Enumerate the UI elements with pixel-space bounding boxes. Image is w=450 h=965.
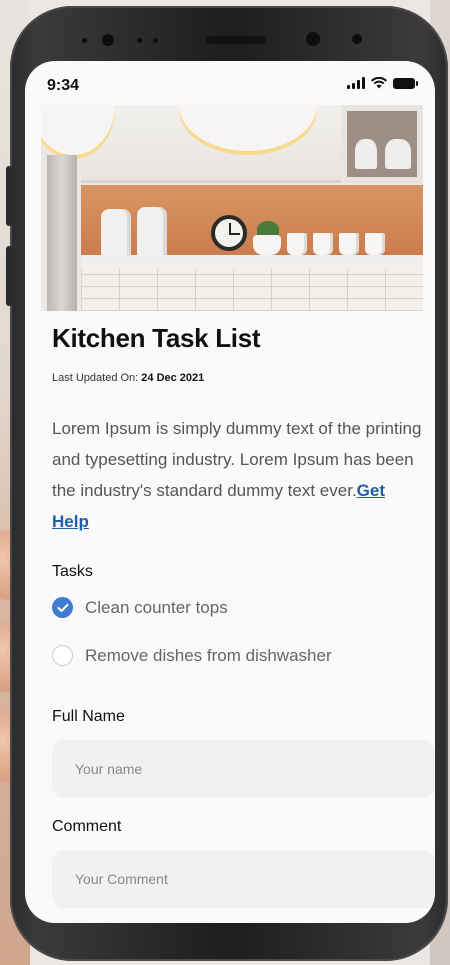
checked-circle-icon[interactable] bbox=[52, 597, 73, 618]
last-updated-date: 24 Dec 2021 bbox=[141, 372, 205, 384]
last-updated: Last Updated On: 24 Dec 2021 bbox=[52, 372, 204, 384]
full-name-label: Full Name bbox=[52, 708, 125, 725]
phone-frame: 9:34 Kitchen Task List Last Updated On: … bbox=[6, 6, 448, 961]
phone-sensor bbox=[352, 34, 362, 44]
phone-sensor bbox=[153, 38, 158, 43]
full-name-input[interactable] bbox=[52, 740, 435, 798]
status-bar: 9:34 bbox=[25, 61, 435, 105]
description: Lorem Ipsum is simply dummy text of the … bbox=[52, 413, 422, 537]
phone-side-button bbox=[6, 166, 12, 226]
page-title: Kitchen Task List bbox=[52, 323, 261, 353]
task-label: Clean counter tops bbox=[85, 597, 228, 617]
tasks-heading: Tasks bbox=[52, 563, 93, 580]
task-item[interactable]: Remove dishes from dishwasher bbox=[52, 645, 332, 666]
wifi-icon bbox=[371, 77, 387, 89]
app-screen: 9:34 Kitchen Task List Last Updated On: … bbox=[25, 61, 435, 923]
comment-input[interactable] bbox=[52, 850, 435, 908]
task-label: Remove dishes from dishwasher bbox=[85, 645, 332, 665]
status-time: 9:34 bbox=[47, 77, 80, 94]
task-item[interactable]: Clean counter tops bbox=[52, 597, 228, 618]
status-icons bbox=[347, 77, 418, 89]
front-camera-icon bbox=[306, 32, 320, 46]
phone-sensor bbox=[137, 38, 142, 43]
phone-sensor bbox=[82, 38, 87, 43]
front-camera-icon bbox=[102, 34, 114, 46]
phone-speaker bbox=[206, 36, 266, 44]
phone-side-button bbox=[6, 246, 12, 306]
signal-icon bbox=[347, 77, 365, 89]
battery-icon bbox=[393, 78, 418, 89]
unchecked-circle-icon[interactable] bbox=[52, 645, 73, 666]
comment-label: Comment bbox=[52, 818, 122, 835]
hero-image bbox=[41, 105, 423, 311]
last-updated-label: Last Updated On: bbox=[52, 372, 142, 384]
